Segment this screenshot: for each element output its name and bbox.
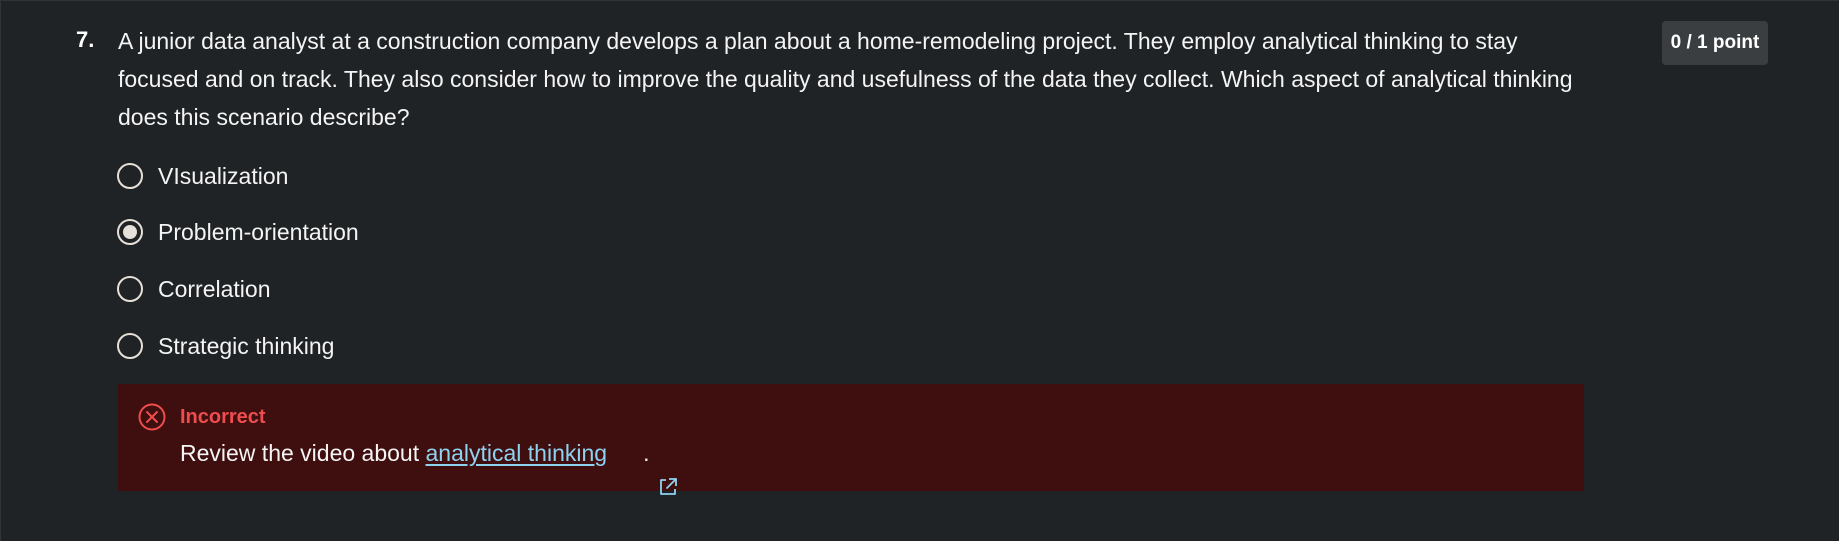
option-label: Correlation: [158, 275, 271, 302]
frame-border-left: [0, 0, 1, 541]
question-text: A junior data analyst at a construction …: [118, 28, 1573, 130]
feedback-panel: Incorrect Review the video about analyti…: [118, 384, 1584, 495]
analytical-thinking-link[interactable]: analytical thinking: [426, 437, 608, 469]
x-circle-icon: [138, 403, 166, 431]
external-link-icon[interactable]: [619, 442, 678, 495]
feedback-prefix: Review the video about: [180, 440, 426, 466]
option-correlation[interactable]: Correlation: [117, 273, 271, 305]
radio-button[interactable]: [117, 276, 143, 302]
option-strategic-thinking[interactable]: Strategic thinking: [117, 330, 334, 362]
option-label: Strategic thinking: [158, 332, 335, 359]
question-number: 7.: [76, 27, 95, 52]
radio-button[interactable]: [117, 333, 143, 359]
option-problem-orientation[interactable]: Problem-orientation: [117, 216, 359, 248]
feedback-status: Incorrect: [180, 406, 266, 428]
radio-button[interactable]: [117, 163, 143, 189]
option-label: VIsualization: [158, 162, 289, 189]
frame-border-top: [0, 0, 1839, 1]
option-visualization[interactable]: VIsualization: [117, 160, 288, 192]
radio-button-selected[interactable]: [117, 219, 143, 245]
score-badge: 0 / 1 point: [1662, 21, 1768, 65]
feedback-message: Review the video about analytical thinki…: [180, 437, 678, 495]
option-label: Problem-orientation: [158, 218, 359, 245]
feedback-suffix: .: [643, 440, 650, 466]
